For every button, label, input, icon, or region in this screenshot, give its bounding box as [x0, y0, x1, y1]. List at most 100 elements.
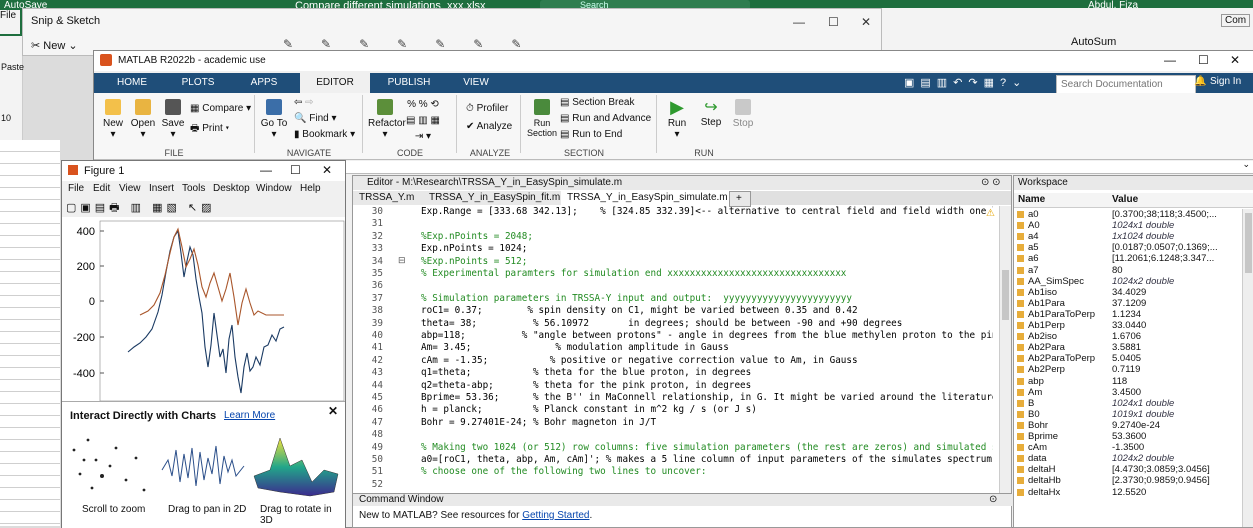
workspace-row[interactable]: AA_SimSpec 1024x2 double [1014, 276, 1253, 287]
find-button[interactable]: 🔍 Find ▾ [294, 113, 337, 124]
tab-home[interactable]: HOME [102, 73, 162, 93]
menu-desktop[interactable]: Desktop [213, 183, 250, 194]
code-line[interactable]: 38 roC1= 0.37; % spin density on C1, migh… [353, 305, 993, 317]
warning-icon[interactable]: ⚠ [986, 208, 995, 219]
workspace-scrollbar-thumb[interactable] [1245, 213, 1252, 273]
code-line[interactable]: 44 q2=theta-abp; % theta for the pink pro… [353, 380, 993, 392]
quick-access-icons[interactable]: ▣▤▥↶↷▦?⌄ [904, 76, 1027, 89]
minimize-icon[interactable]: — [1164, 53, 1176, 67]
workspace-row[interactable]: a4 1x1024 double [1014, 231, 1253, 242]
code-line[interactable]: 40 abp=118; % "angle between protons" - a… [353, 330, 993, 342]
code-line[interactable]: 32 %Exp.nPoints = 2048; [353, 231, 993, 243]
goto-button[interactable]: Go To ▾ [260, 99, 288, 140]
workspace-row[interactable]: data 1024x2 double [1014, 453, 1253, 464]
workspace-row[interactable]: cAm -1.3500 [1014, 442, 1253, 453]
excel-paste-label[interactable]: Paste [1, 62, 24, 72]
stop-button[interactable]: Stop [728, 97, 758, 129]
workspace-row[interactable]: abp 118 [1014, 376, 1253, 387]
figure-plot-area[interactable]: 400 200 0 -200 -400 [62, 217, 345, 402]
tab-editor[interactable]: EDITOR [300, 73, 370, 93]
code-line[interactable]: 36 [353, 280, 993, 292]
workspace-row[interactable]: Ab1Perp 33.0440 [1014, 320, 1253, 331]
bookmark-button[interactable]: ▮ Bookmark ▾ [294, 129, 355, 140]
menu-edit[interactable]: Edit [93, 183, 110, 194]
menu-insert[interactable]: Insert [149, 183, 174, 194]
workspace-row[interactable]: Am 3.4500 [1014, 387, 1253, 398]
snip-tool-icons[interactable]: ✎✎✎✎✎✎✎ [283, 37, 549, 51]
excel-cell-ref[interactable]: 10 [1, 113, 11, 123]
code-line[interactable]: 47 Bohr = 9.27401E-24; % Bohr magneton in… [353, 417, 993, 429]
code-line[interactable]: 41 Am= 3.45; % modulation amplitude in Ga… [353, 342, 993, 354]
workspace-row[interactable]: a5 [0.0187;0.0507;0.1369;... [1014, 242, 1253, 253]
code-line[interactable]: 37 % Simulation parameters in TRSSA-Y inp… [353, 293, 993, 305]
step-button[interactable]: ↪ Step [696, 97, 726, 128]
maximize-icon[interactable]: ☐ [828, 15, 839, 29]
file-tab-simulate[interactable]: TRSSA_Y_in_EasySpin_simulate.m [561, 191, 730, 205]
figure-toolbar-icons[interactable]: ▢▣▤🖶 ▥ ▦▧ ↖▨ [66, 199, 216, 218]
code-line[interactable]: 49 % Making two 1024 (or 512) row columns… [353, 442, 993, 454]
open-button[interactable]: Open ▾ [130, 99, 156, 140]
menu-view[interactable]: View [119, 183, 141, 194]
code-line[interactable]: 33 Exp.nPoints = 1024; [353, 243, 993, 255]
tab-plots[interactable]: PLOTS [168, 73, 228, 93]
menu-window[interactable]: Window [256, 183, 292, 194]
editor-scrollbar[interactable] [999, 206, 1011, 494]
workspace-row[interactable]: Ab1ParaToPerp 1.1234 [1014, 309, 1253, 320]
workspace-row[interactable]: Ab2ParaToPerp 5.0405 [1014, 353, 1253, 364]
fold-toggle-icon[interactable]: ⊟ [398, 255, 406, 266]
close-icon[interactable]: ✕ [322, 163, 332, 177]
run-button[interactable]: ▶ Run ▾ [662, 97, 692, 140]
workspace-row[interactable]: A0 1024x1 double [1014, 220, 1253, 231]
minimize-icon[interactable]: — [260, 163, 272, 177]
file-tab-trssa-y[interactable]: TRSSA_Y.m [353, 191, 424, 205]
workspace-row[interactable]: a6 [11.2061;6.1248;3.347... [1014, 253, 1253, 264]
refactor-button[interactable]: Refactor ▾ [368, 99, 406, 140]
workspace-row[interactable]: deltaHx 12.5520 [1014, 487, 1253, 498]
code-line[interactable]: 35 % Experimental paramters for simulatio… [353, 268, 993, 280]
code-line[interactable]: 34 %Exp.nPoints = 512; [353, 256, 993, 268]
editor-actions-icon[interactable]: ⊙ ⊙ [981, 176, 1001, 190]
save-button[interactable]: Save ▾ [160, 99, 186, 140]
profiler-button[interactable]: ⏱ Profiler [466, 103, 508, 114]
col-name-header[interactable]: Name [1018, 194, 1045, 205]
minimize-icon[interactable]: — [793, 15, 805, 29]
code-line[interactable]: 42 cAm = -1.35; % positive or negative co… [353, 355, 993, 367]
editor-scrollbar-thumb[interactable] [1002, 270, 1009, 320]
close-icon[interactable]: ✕ [861, 15, 871, 29]
command-window[interactable]: Command Window ⊙ New to MATLAB? See resou… [352, 493, 1017, 528]
code-line[interactable]: 51 % choose one of the following two line… [353, 466, 993, 478]
code-area[interactable]: 30 Exp.Range = [333.68 342.13]; % [324.85… [353, 206, 999, 494]
run-and-advance-button[interactable]: ▤ Run and Advance [560, 113, 651, 124]
analyze-button[interactable]: ✔ Analyze [466, 121, 512, 132]
tab-publish[interactable]: PUBLISH [376, 73, 442, 93]
workspace-row[interactable]: Bprime 53.3600 [1014, 431, 1253, 442]
sign-in-link[interactable]: Sign In [1210, 76, 1241, 87]
tab-apps[interactable]: APPS [234, 73, 294, 93]
run-to-end-button[interactable]: ▤ Run to End [560, 129, 622, 140]
code-line[interactable]: 46 h = planck; % Planck constant in m^2 k… [353, 404, 993, 416]
close-icon[interactable]: ✕ [328, 404, 338, 418]
code-line[interactable]: 39 theta= 38; % 56.10972 in degrees; shou… [353, 318, 993, 330]
excel-sheet-grid[interactable] [0, 140, 60, 526]
code-line[interactable]: 48 [353, 429, 993, 441]
new-tab-button[interactable]: + [729, 191, 751, 207]
workspace-row[interactable]: a0 [0.3700;38;118;3.4500;... [1014, 209, 1253, 220]
workspace-row[interactable]: Ab1Para 37.1209 [1014, 298, 1253, 309]
menu-help[interactable]: Help [300, 183, 321, 194]
learn-more-link[interactable]: Learn More [224, 410, 275, 421]
workspace-row[interactable]: B 1024x1 double [1014, 398, 1253, 409]
workspace-row[interactable]: Ab2Para 3.5881 [1014, 342, 1253, 353]
code-line[interactable]: 31 [353, 218, 993, 230]
section-break-button[interactable]: ▤ Section Break [560, 97, 635, 108]
workspace-row[interactable]: Ab2iso 1.6706 [1014, 331, 1253, 342]
code-line[interactable]: 45 Bprime= 53.36; % the B'' in MaConnell … [353, 392, 993, 404]
workspace-row[interactable]: deltaH [4.4730;3.0859;3.0456] [1014, 464, 1253, 475]
workspace-row[interactable]: Bohr 9.2740e-24 [1014, 420, 1253, 431]
code-line[interactable]: 50 a0=[roC1, theta, abp, Am, cAm]'; % mak… [353, 454, 993, 466]
menu-tools[interactable]: Tools [182, 183, 205, 194]
command-window-actions-icon[interactable]: ⊙ [989, 494, 997, 506]
back-forward-arrows[interactable]: ⇦ ⇨ [294, 97, 314, 108]
workspace-row[interactable]: Ab1iso 34.4029 [1014, 287, 1253, 298]
excel-comments-button[interactable]: Com [1221, 14, 1251, 27]
maximize-icon[interactable]: ☐ [290, 163, 301, 177]
